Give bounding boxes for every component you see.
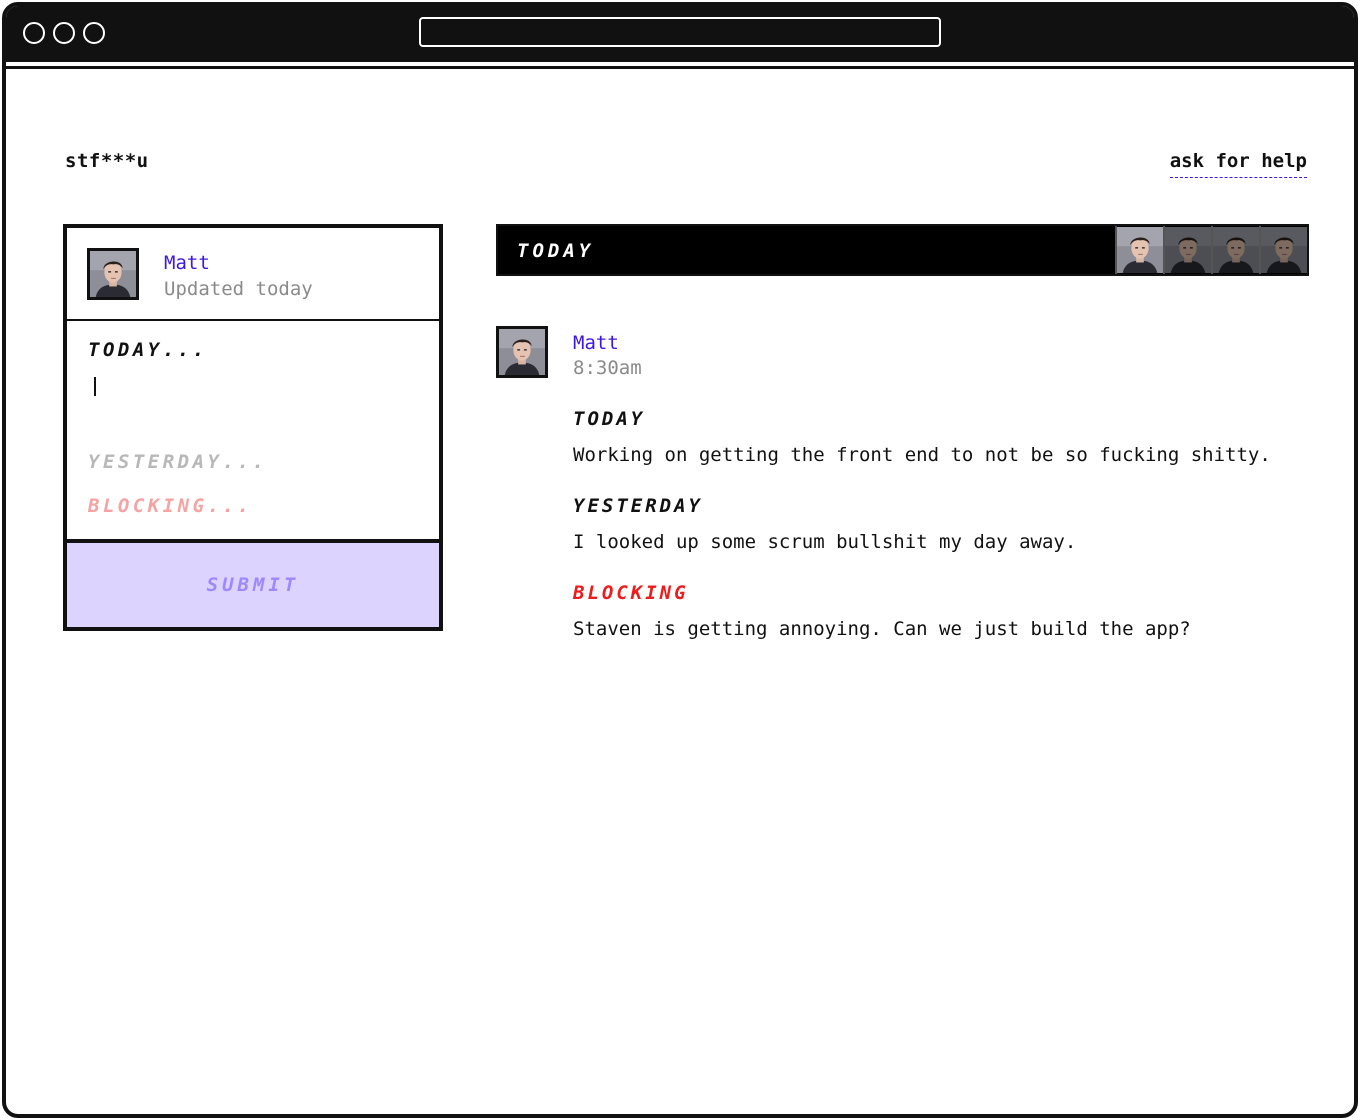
form-user-status: Updated today [164,278,313,300]
standup-form: Matt Updated today TODAY... YESTERDAY...… [63,224,443,631]
post-author-name: Matt [573,332,619,354]
minimize-window-icon[interactable] [53,22,75,44]
day-title: TODAY [517,240,595,262]
form-user-name: Matt [164,252,210,274]
person-portrait-icon [1165,226,1211,274]
post-section-body-today: Working on getting the front end to not … [573,444,1271,466]
person-portrait-icon [1117,226,1163,274]
post-section-body-blocking: Staven is getting annoying. Can we just … [573,618,1191,640]
avatar [87,248,139,300]
today-input[interactable] [88,371,418,431]
close-window-icon[interactable] [23,22,45,44]
team-avatar[interactable] [1259,226,1307,274]
post-timestamp: 8:30am [573,357,642,379]
team-avatar[interactable] [1211,226,1259,274]
title-bar [6,6,1354,64]
post-section-title-yesterday: YESTERDAY [573,495,703,517]
ask-for-help-link[interactable]: ask for help [1169,150,1307,178]
today-field-label: TODAY... [88,339,208,361]
team-avatar[interactable] [1115,226,1163,274]
yesterday-field[interactable]: YESTERDAY... [88,451,267,473]
post-author-avatar [496,326,548,378]
post-section-body-yesterday: I looked up some scrum bullshit my day a… [573,531,1077,553]
form-user-header: Matt Updated today [67,228,439,321]
app-brand: stf***u [65,150,149,172]
person-portrait-icon [499,329,545,375]
submit-button[interactable]: SUBMIT [67,539,439,627]
maximize-window-icon[interactable] [83,22,105,44]
day-header: TODAY [496,224,1309,276]
browser-window: stf***u ask for help Matt Updated today … [2,2,1358,1118]
text-cursor [94,377,96,396]
person-portrait-icon [1261,226,1307,274]
post-section-title-blocking: BLOCKING [573,582,689,604]
team-avatar-strip [1115,226,1307,274]
title-bar-divider [6,66,1354,69]
address-bar[interactable] [419,17,941,47]
post-section-title-today: TODAY [573,408,646,430]
blocking-field[interactable]: BLOCKING... [88,495,252,517]
team-avatar[interactable] [1163,226,1211,274]
person-portrait-icon [90,251,136,297]
person-portrait-icon [1213,226,1259,274]
